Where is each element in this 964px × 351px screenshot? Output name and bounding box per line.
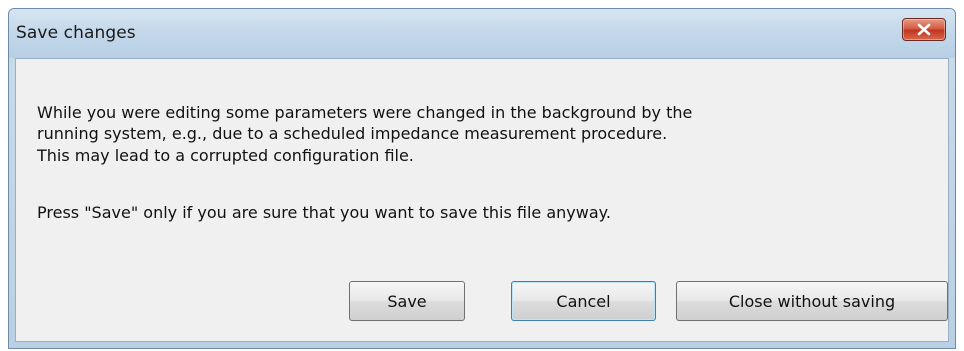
cancel-button[interactable]: Cancel (511, 281, 656, 321)
message-line-1: While you were editing some parameters w… (37, 103, 693, 122)
message-line-3: This may lead to a corrupted configurati… (37, 146, 414, 165)
close-icon (916, 23, 932, 36)
dialog-title: Save changes (16, 23, 136, 43)
title-bar[interactable]: Save changes (9, 9, 955, 58)
close-without-saving-button[interactable]: Close without saving (676, 281, 948, 321)
close-button[interactable] (902, 18, 946, 41)
dialog-body: While you were editing some parameters w… (15, 58, 949, 342)
save-changes-dialog: Save changes While you were editing some… (8, 8, 956, 349)
save-prompt-text: Press "Save" only if you are sure that y… (37, 203, 611, 222)
message-line-2: running system, e.g., due to a scheduled… (37, 124, 668, 143)
save-button[interactable]: Save (349, 281, 465, 321)
